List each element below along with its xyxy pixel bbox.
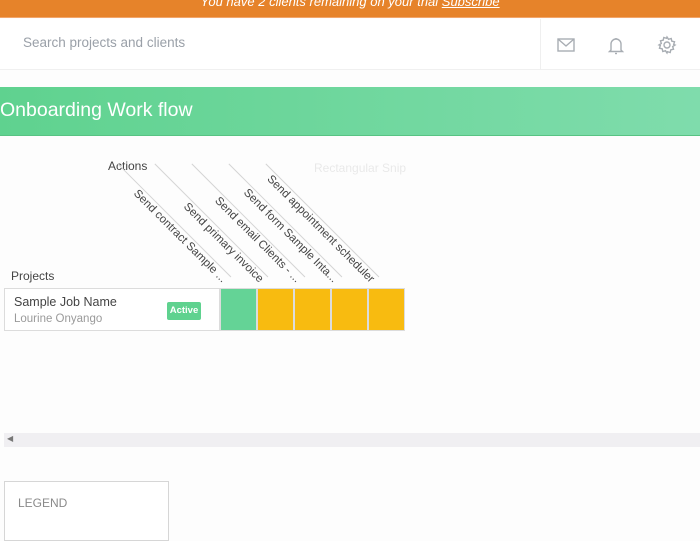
subscribe-link[interactable]: Subscribe — [442, 0, 500, 9]
horizontal-scrollbar[interactable]: ◀ — [4, 433, 700, 447]
legend-panel: LEGEND — [4, 481, 169, 541]
ghost-overlay-text: Rectangular Snip — [314, 161, 407, 175]
gear-icon[interactable] — [656, 34, 678, 56]
project-client: Lourine Onyango — [14, 313, 103, 325]
project-row[interactable]: Sample Job Name Lourine Onyango Active — [4, 288, 220, 331]
action-cell[interactable] — [331, 288, 368, 331]
header-divider — [540, 19, 541, 70]
mail-icon[interactable] — [555, 34, 577, 56]
projects-label: Projects — [11, 269, 55, 283]
action-cell[interactable] — [368, 288, 405, 331]
status-badge: Active — [167, 302, 201, 320]
top-header — [0, 19, 700, 70]
page-title: Onboarding Work flow — [0, 99, 193, 121]
scroll-left-arrow-icon[interactable]: ◀ — [7, 434, 13, 443]
legend-title: LEGEND — [18, 496, 68, 510]
trial-banner: You have 2 clients remaining on your tri… — [0, 0, 700, 18]
action-cell[interactable] — [220, 288, 257, 331]
bell-icon[interactable] — [605, 34, 627, 56]
action-cell[interactable] — [257, 288, 294, 331]
workflow-title-bar: Onboarding Work flow — [0, 87, 700, 136]
trial-message: You have 2 clients remaining on your tri… — [200, 0, 439, 9]
action-cell[interactable] — [294, 288, 331, 331]
project-name[interactable]: Sample Job Name — [14, 295, 117, 309]
search-input[interactable] — [23, 35, 423, 50]
